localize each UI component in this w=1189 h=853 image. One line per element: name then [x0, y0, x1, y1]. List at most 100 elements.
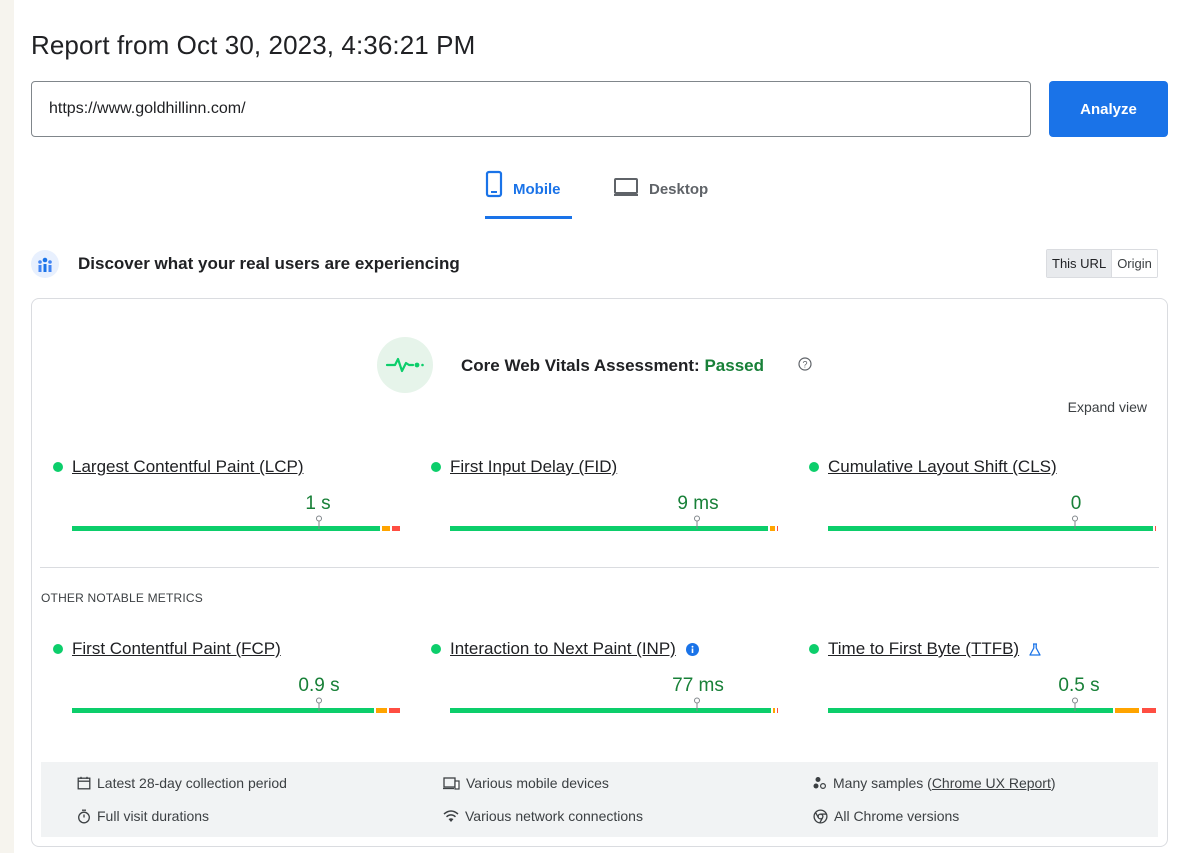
- metric-cls-distribution: [827, 526, 1157, 531]
- help-icon[interactable]: ?: [798, 357, 812, 376]
- users-chart-icon: [31, 250, 59, 278]
- distribution-good: [72, 526, 381, 531]
- distribution-poor: [388, 708, 400, 713]
- svg-text:?: ?: [802, 359, 807, 369]
- metric-inp-link[interactable]: Interaction to Next Paint (INP): [450, 639, 676, 659]
- calendar-icon: [77, 776, 91, 790]
- tab-desktop-label: Desktop: [649, 181, 709, 198]
- status-dot-good: [431, 644, 441, 654]
- distribution-needs-improvement: [773, 708, 775, 713]
- url-origin-toggle: This URL Origin: [1046, 249, 1158, 278]
- metric-cls-link[interactable]: Cumulative Layout Shift (CLS): [828, 457, 1057, 477]
- field-data-heading: Discover what your real users are experi…: [78, 254, 460, 273]
- tab-mobile-label: Mobile: [513, 181, 561, 198]
- distribution-needs-improvement: [770, 526, 775, 531]
- laptop-icon: [613, 170, 639, 202]
- cwv-assessment: Core Web Vitals Assessment: Passed: [461, 356, 764, 376]
- metric-ttfb-distribution: [827, 708, 1157, 713]
- info-icon[interactable]: [685, 642, 699, 656]
- metric-fcp: First Contentful Paint (FCP) 0.9 s: [53, 639, 400, 719]
- page: Report from Oct 30, 2023, 4:36:21 PM Ana…: [14, 0, 1189, 853]
- devices-label: Various mobile devices: [466, 775, 609, 791]
- percentile-marker: [693, 697, 701, 711]
- analyze-button[interactable]: Analyze: [1049, 81, 1168, 137]
- metric-fid-value: 9 ms: [677, 493, 719, 514]
- distribution-good: [450, 708, 772, 713]
- devices: Various mobile devices: [443, 775, 609, 791]
- toggle-this-url[interactable]: This URL: [1047, 250, 1113, 277]
- percentile-marker: [315, 697, 323, 711]
- chrome-icon: [813, 808, 828, 824]
- page-title: Report from Oct 30, 2023, 4:36:21 PM: [31, 30, 476, 60]
- chrome-versions-label: All Chrome versions: [834, 808, 960, 824]
- percentile-marker: [1071, 697, 1079, 711]
- status-dot-good: [809, 644, 819, 654]
- distribution-poor: [1154, 526, 1157, 531]
- chrome-versions: All Chrome versions: [813, 808, 959, 824]
- visit-durations-label: Full visit durations: [97, 808, 210, 824]
- other-metrics-label: OTHER NOTABLE METRICS: [41, 591, 203, 605]
- metric-inp-value: 77 ms: [672, 675, 724, 696]
- samples-dots-icon: [813, 777, 827, 790]
- metric-fid: First Input Delay (FID) 9 ms: [431, 457, 779, 537]
- vitals-pulse-icon: [377, 337, 433, 393]
- status-dot-good: [431, 462, 441, 472]
- devices-icon: [443, 776, 460, 790]
- metric-fcp-link[interactable]: First Contentful Paint (FCP): [72, 639, 281, 659]
- metric-fcp-value: 0.9 s: [298, 675, 340, 696]
- metric-inp: Interaction to Next Paint (INP) 77 ms: [431, 639, 779, 719]
- metric-fcp-distribution: [71, 708, 401, 713]
- metric-ttfb: Time to First Byte (TTFB) 0.5 s: [809, 639, 1156, 719]
- tab-desktop[interactable]: Desktop: [613, 170, 708, 216]
- stopwatch-icon: [78, 809, 90, 823]
- percentile-marker: [315, 515, 323, 529]
- cwv-assessment-label: Core Web Vitals Assessment:: [461, 356, 700, 375]
- metric-fid-distribution: [449, 526, 779, 531]
- visit-durations: Full visit durations: [77, 808, 209, 824]
- collection-period: Latest 28-day collection period: [77, 775, 287, 791]
- distribution-good: [72, 708, 374, 713]
- metric-inp-distribution: [449, 708, 779, 713]
- tab-mobile[interactable]: Mobile: [485, 170, 572, 219]
- status-dot-good: [809, 462, 819, 472]
- lab-flask-icon: [1029, 642, 1041, 656]
- status-dot-good: [53, 462, 63, 472]
- smartphone-icon: [485, 170, 503, 202]
- metric-cls-value: 0: [1070, 493, 1082, 514]
- distribution-needs-improvement: [1115, 708, 1140, 713]
- samples-suffix: ): [1050, 775, 1056, 791]
- distribution-needs-improvement: [382, 526, 391, 531]
- distribution-good: [828, 526, 1153, 531]
- toggle-origin[interactable]: Origin: [1112, 250, 1157, 277]
- divider: [40, 567, 1159, 568]
- percentile-marker: [1071, 515, 1079, 529]
- collection-period-label: Latest 28-day collection period: [97, 775, 287, 791]
- samples: Many samples (Chrome UX Report): [813, 775, 1056, 791]
- distribution-poor: [776, 526, 779, 531]
- metric-lcp: Largest Contentful Paint (LCP) 1 s: [53, 457, 400, 537]
- metric-ttfb-link[interactable]: Time to First Byte (TTFB): [828, 639, 1019, 659]
- network-label: Various network connections: [465, 808, 643, 824]
- url-input[interactable]: [31, 81, 1031, 137]
- chrome-ux-report-link[interactable]: Chrome UX Report: [932, 775, 1051, 791]
- metric-lcp-link[interactable]: Largest Contentful Paint (LCP): [72, 457, 304, 477]
- metric-lcp-value: 1 s: [305, 493, 331, 514]
- percentile-marker: [693, 515, 701, 529]
- field-data-card: Core Web Vitals Assessment: Passed ? Exp…: [31, 298, 1168, 847]
- metric-cls: Cumulative Layout Shift (CLS) 0: [809, 457, 1157, 537]
- metric-fid-link[interactable]: First Input Delay (FID): [450, 457, 617, 477]
- expand-view-link[interactable]: Expand view: [1068, 399, 1147, 415]
- cwv-assessment-status: Passed: [704, 356, 765, 375]
- distribution-needs-improvement: [375, 708, 387, 713]
- distribution-poor: [392, 526, 400, 531]
- network: Various network connections: [443, 808, 643, 824]
- distribution-poor: [776, 708, 779, 713]
- metric-lcp-distribution: [71, 526, 401, 531]
- metric-ttfb-value: 0.5 s: [1058, 675, 1100, 696]
- distribution-poor: [1141, 708, 1156, 713]
- status-dot-good: [53, 644, 63, 654]
- distribution-good: [450, 526, 769, 531]
- samples-prefix: Many samples (: [833, 775, 932, 791]
- collection-info: Latest 28-day collection period Full vis…: [41, 762, 1158, 837]
- wifi-icon: [443, 809, 459, 822]
